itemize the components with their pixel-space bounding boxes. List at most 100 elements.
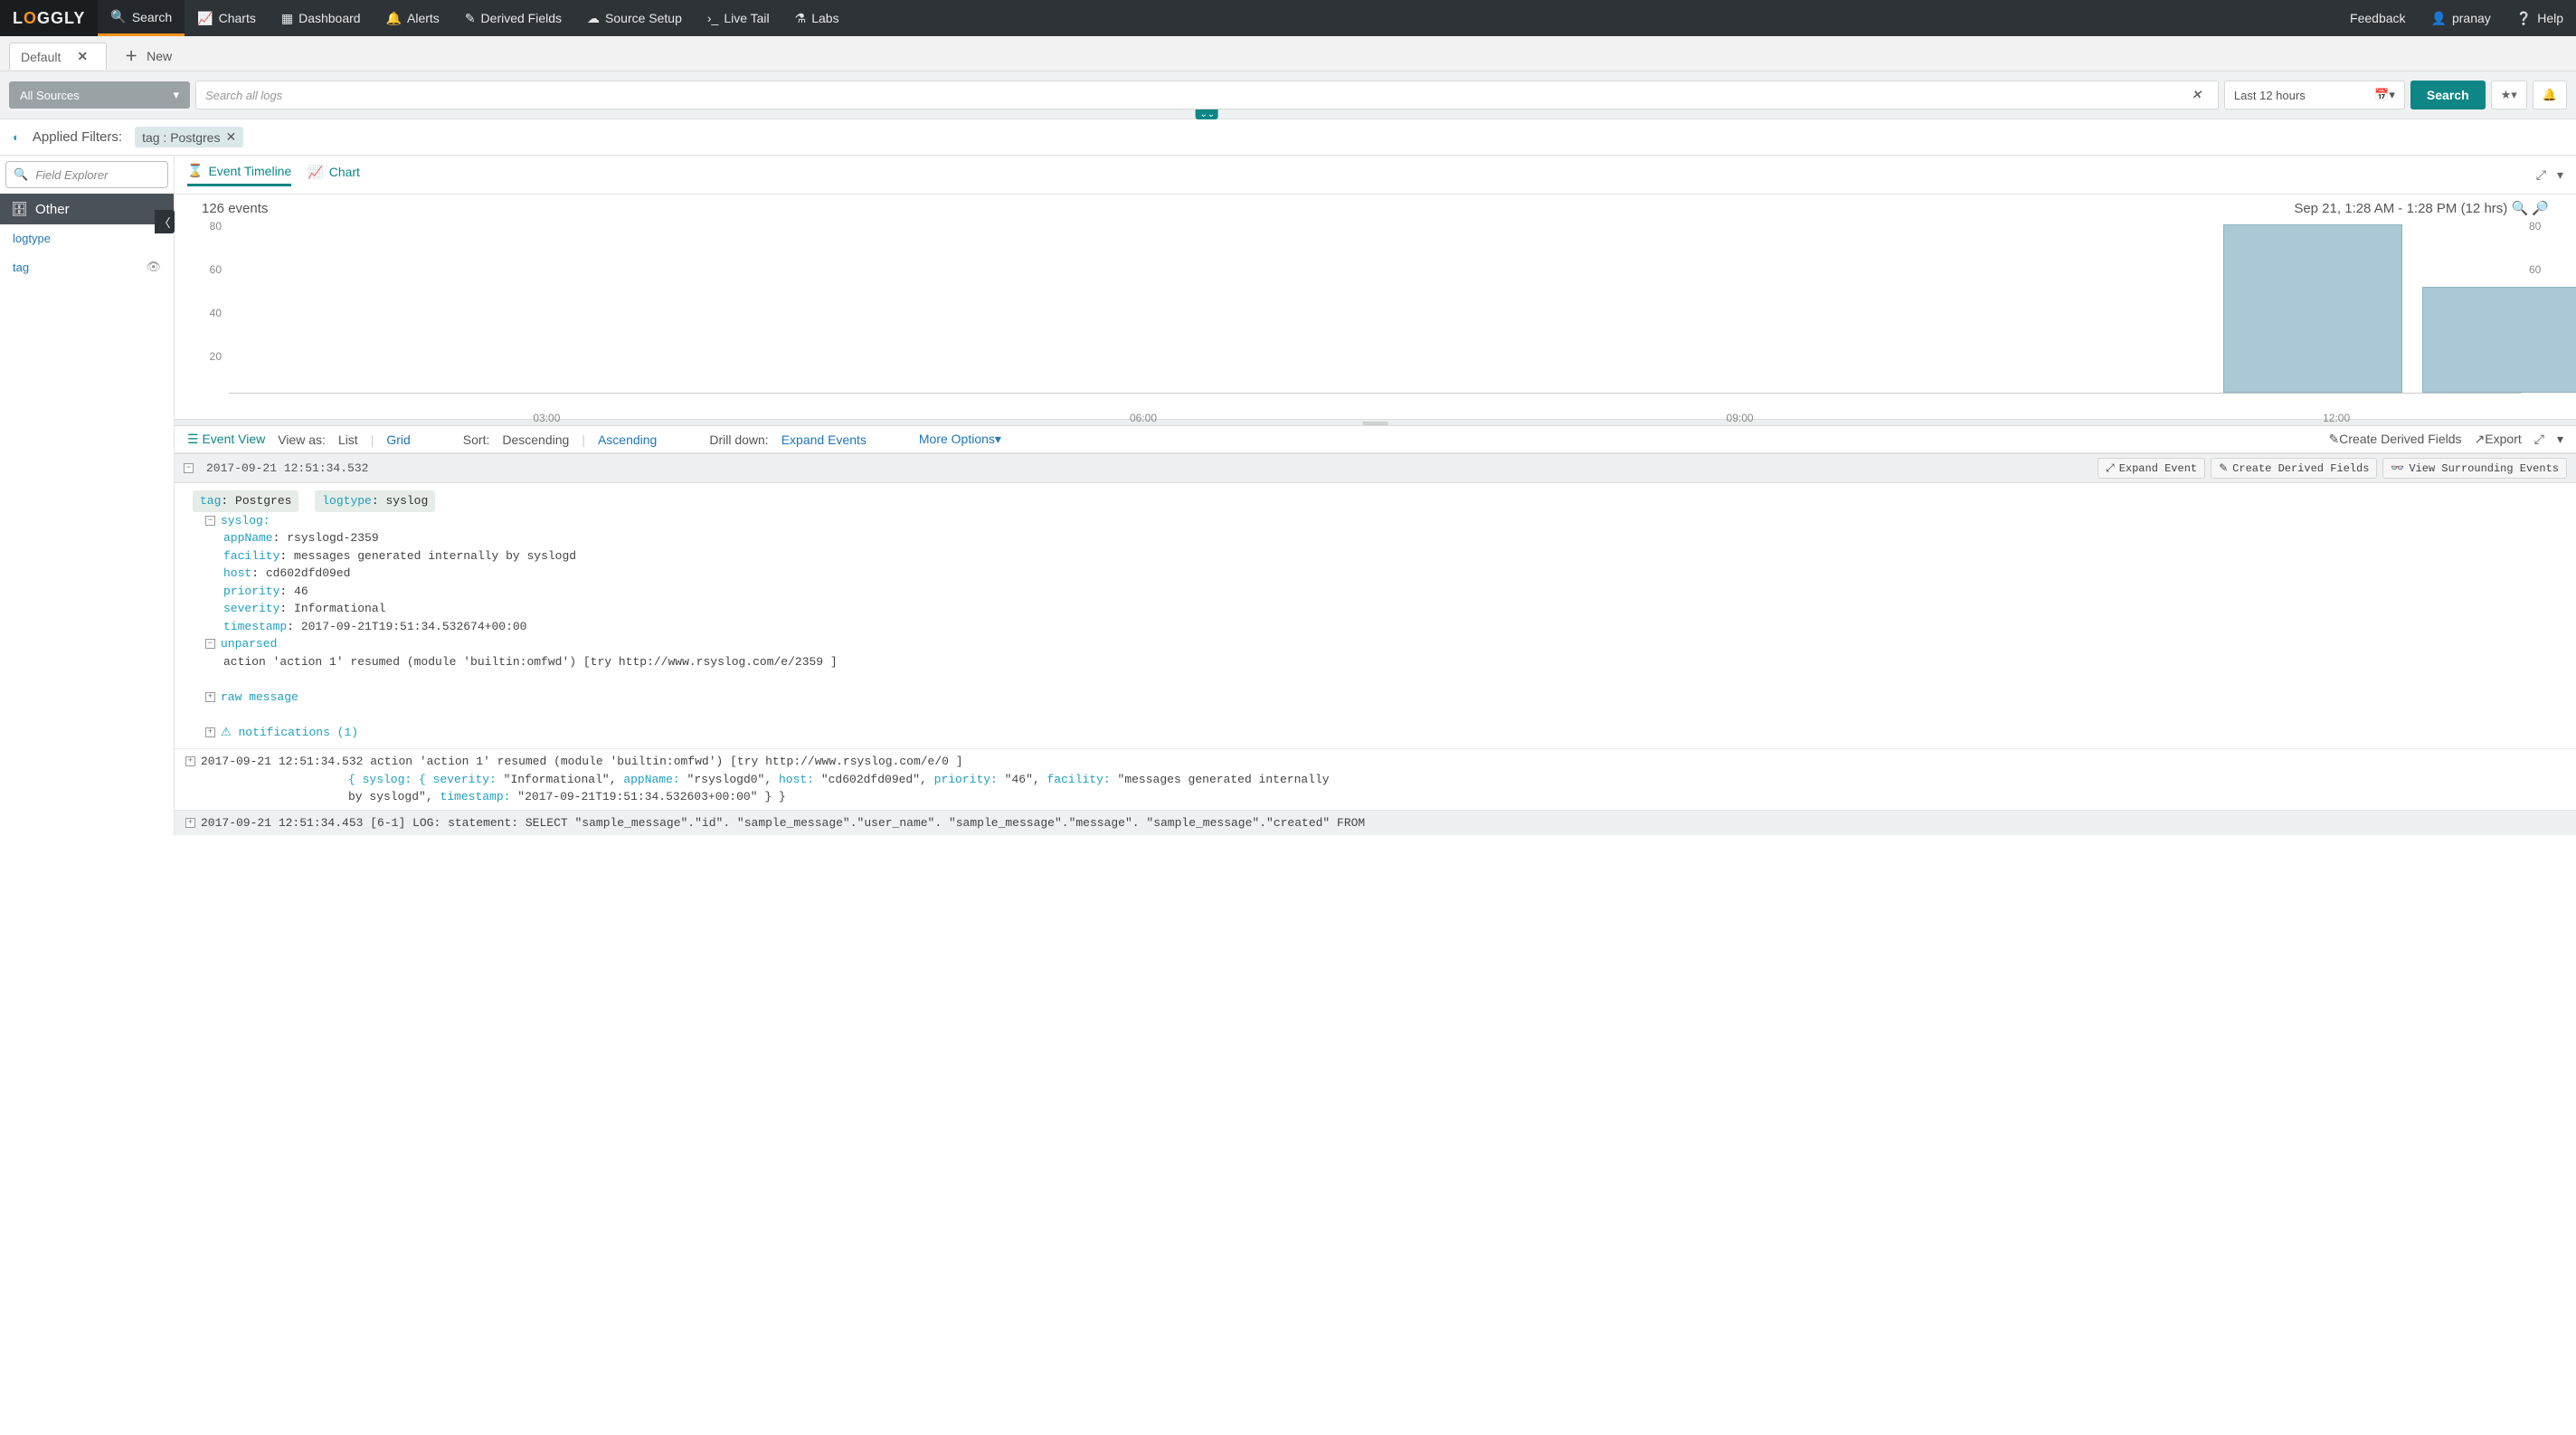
fullscreen-icon[interactable]: ⤢ [2536, 167, 2546, 183]
field-value: Informational [294, 602, 385, 615]
field-key[interactable]: severity [223, 602, 279, 615]
event-tag-pill[interactable]: tag: Postgres [193, 490, 298, 512]
chart-bar[interactable] [2223, 224, 2402, 393]
flask-icon: ⚗ [795, 11, 807, 26]
chart-bar[interactable] [2422, 287, 2576, 393]
field-value: rsyslogd-2359 [287, 531, 378, 545]
expand-icon[interactable]: + [205, 727, 215, 737]
bell-icon: 🔔 [386, 11, 402, 26]
fullscreen-icon[interactable]: ⤢ [2534, 432, 2544, 447]
search-placeholder: Search all logs [205, 89, 282, 102]
nav-source-setup[interactable]: ☁Source Setup [574, 0, 695, 36]
menu-caret-icon[interactable]: ▾ [2557, 432, 2563, 447]
event-row[interactable]: +2017-09-21 12:51:34.453 [6-1] LOG: stat… [175, 810, 2576, 836]
remove-chip-icon[interactable]: ✕ [225, 129, 236, 145]
tab-new[interactable]: ＋New [114, 42, 183, 71]
view-surrounding-button[interactable]: 👓 View Surrounding Events [2382, 458, 2567, 479]
sidebar-section-other[interactable]: 🗄Other [0, 194, 174, 224]
event-view-button[interactable]: ☰ Event View [187, 432, 265, 447]
nav-alerts[interactable]: 🔔Alerts [374, 0, 452, 36]
nav-user[interactable]: 👤pranay [2419, 0, 2504, 36]
help-icon: ❔ [2516, 11, 2532, 26]
time-range-picker[interactable]: Last 12 hours📅▾ [2224, 81, 2405, 109]
expand-events[interactable]: Expand Events [781, 432, 867, 447]
chart-plot-area[interactable] [229, 220, 2522, 394]
warning-icon: ⚠ [221, 726, 238, 739]
expand-icon[interactable]: + [205, 692, 215, 702]
nav-derived-fields[interactable]: ✎Derived Fields [452, 0, 574, 36]
content: ⌛Event Timeline 📈Chart ⤢ ▾ 126 events Se… [175, 156, 2576, 835]
notifications-key[interactable]: notifications (1) [238, 726, 358, 739]
field-key[interactable]: timestamp [223, 620, 287, 633]
create-derived-fields[interactable]: ✎Create Derived Fields [2328, 432, 2461, 447]
sort-descending[interactable]: Descending [502, 432, 569, 447]
expand-event-button[interactable]: ⤢ Expand Event [2098, 458, 2205, 479]
hourglass-icon: ⌛ [187, 163, 203, 178]
create-derived-fields-button[interactable]: ✎ Create Derived Fields [2211, 458, 2377, 479]
cloud-icon: ☁ [587, 11, 600, 26]
nav-labs[interactable]: ⚗Labs [782, 0, 852, 36]
tab-chart[interactable]: 📈Chart [308, 165, 360, 185]
search-input[interactable]: Search all logs ✕ ⌄⌄ [195, 81, 2219, 109]
field-key[interactable]: host [223, 566, 251, 580]
expand-icon[interactable]: + [185, 756, 195, 766]
collapse-icon[interactable]: − [184, 463, 194, 473]
sources-dropdown[interactable]: All Sources▾ [9, 81, 190, 109]
menu-caret-icon[interactable]: ▾ [2557, 167, 2563, 183]
field-value: cd602dfd09ed [266, 566, 351, 580]
unparsed-key[interactable]: unparsed [221, 637, 277, 651]
field-value: 46 [294, 584, 308, 598]
sort-ascending[interactable]: Ascending [598, 432, 657, 447]
nav-search[interactable]: 🔍Search [98, 0, 185, 36]
filter-chip-tag[interactable]: tag : Postgres✕ [135, 127, 243, 147]
event-toolbar: ☰ Event View View as: List | Grid Sort: … [175, 426, 2576, 453]
field-key[interactable]: facility [223, 549, 279, 563]
expand-icon[interactable]: + [185, 818, 195, 828]
view-grid[interactable]: Grid [386, 432, 410, 447]
collapse-icon[interactable]: − [205, 639, 215, 649]
eye-icon: 👁 [146, 260, 161, 274]
search-bar: All Sources▾ Search all logs ✕ ⌄⌄ Last 1… [0, 71, 2576, 119]
more-options[interactable]: More Options▾ [919, 432, 1001, 447]
sidebar-link-logtype[interactable]: logtype [0, 224, 174, 252]
sidebar: 🔍 Field Explorer 🗄Other logtype tag👁 〈 [0, 156, 175, 835]
syslog-key[interactable]: syslog: [221, 514, 270, 527]
collapse-sidebar-button[interactable]: 〈 [155, 210, 175, 233]
field-key[interactable]: priority [223, 584, 279, 598]
sidebar-link-tag[interactable]: tag👁 [0, 252, 174, 281]
alert-bell-button[interactable]: 🔔 [2533, 81, 2567, 109]
field-value: messages generated internally by syslogd [294, 549, 576, 563]
x-tick: 06:00 [1130, 412, 1157, 424]
wand-icon: ✎ [465, 11, 476, 26]
plus-icon: ＋ [125, 47, 137, 65]
zoom-out-icon[interactable]: 🔍 [2511, 201, 2528, 216]
field-explorer-input[interactable]: 🔍 Field Explorer [5, 161, 168, 188]
x-tick: 03:00 [533, 412, 560, 424]
nav-feedback[interactable]: Feedback [2337, 0, 2418, 36]
event-row[interactable]: +2017-09-21 12:51:34.532 action 'action … [175, 748, 2576, 810]
search-button[interactable]: Search [2410, 81, 2486, 109]
time-range-text: Sep 21, 1:28 AM - 1:28 PM (12 hrs) [2294, 201, 2507, 216]
export-button[interactable]: ↗Export [2475, 432, 2522, 447]
favorite-button[interactable]: ★▾ [2491, 81, 2527, 109]
terminal-icon: ›_ [707, 11, 718, 25]
nav-live-tail[interactable]: ›_Live Tail [695, 0, 782, 36]
raw-message-key[interactable]: raw message [221, 690, 298, 704]
event-tag-pill[interactable]: logtype: syslog [315, 490, 435, 512]
view-list[interactable]: List [338, 432, 358, 447]
nav-charts[interactable]: 📈Charts [185, 0, 269, 36]
zoom-reset-icon[interactable]: 🔎 [2532, 201, 2549, 216]
collapse-icon[interactable]: − [205, 516, 215, 526]
chevron-down-icon: ▾ [173, 88, 179, 102]
close-icon[interactable]: ✕ [70, 49, 95, 64]
nav-dashboard[interactable]: ▦Dashboard [269, 0, 374, 36]
top-nav: LOGGLY 🔍Search 📈Charts ▦Dashboard 🔔Alert… [0, 0, 2576, 36]
clear-search-icon[interactable]: ✕ [2184, 88, 2209, 102]
field-key[interactable]: appName [223, 531, 273, 545]
y-axis-left: 80604020 [198, 220, 222, 394]
tab-default[interactable]: Default✕ [9, 43, 107, 70]
expand-down-icon[interactable]: ⌄⌄ [1196, 109, 1218, 119]
nav-help[interactable]: ❔Help [2504, 0, 2576, 36]
tab-event-timeline[interactable]: ⌛Event Timeline [187, 163, 291, 186]
event-timeline-chart[interactable]: 80604020 80604020 03:0006:0009:0012:00 [202, 220, 2549, 419]
